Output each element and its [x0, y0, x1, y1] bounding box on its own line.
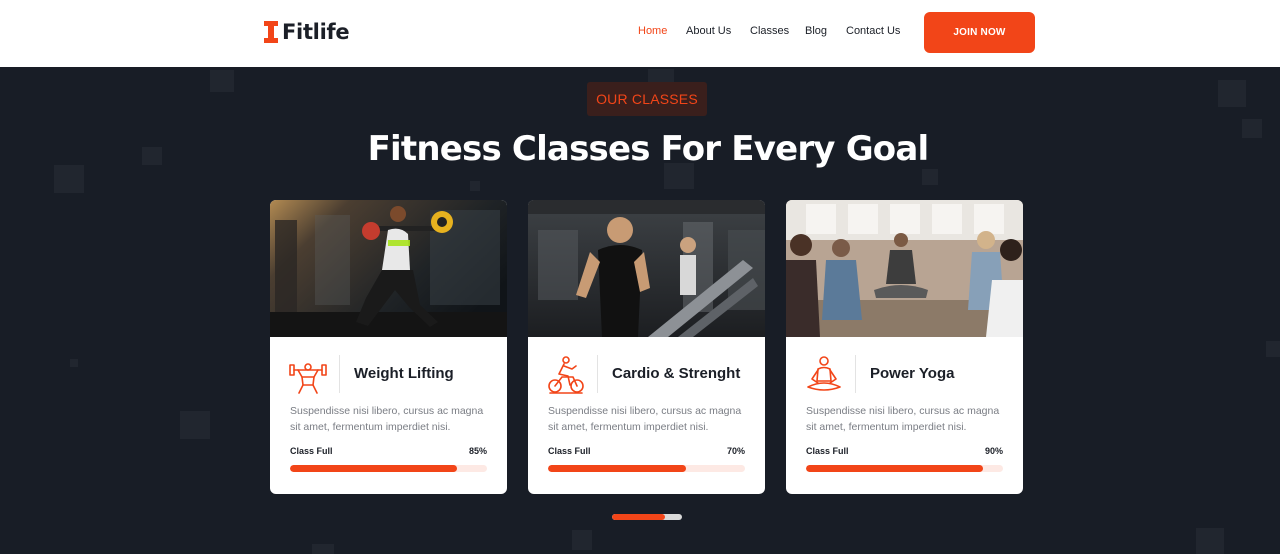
progress-label: Class Full [806, 446, 849, 456]
logo-text: Fitlife [282, 20, 350, 44]
nav-classes[interactable]: Classes [750, 25, 789, 37]
bg-square [1266, 341, 1280, 357]
card-description: Suspendisse nisi libero, cursus ac magna… [290, 405, 484, 433]
progress-bar [548, 465, 745, 472]
man-running-treadmill-photo [528, 200, 765, 337]
divider [597, 355, 598, 393]
carousel-pagination[interactable] [612, 514, 682, 520]
progress-percent: 85% [468, 446, 487, 456]
carousel-pagination-active [612, 514, 665, 520]
classes-section: OUR CLASSES Fitness Classes For Every Go… [0, 67, 1280, 554]
progress-fill [548, 465, 686, 472]
bg-square [572, 530, 592, 550]
section-title: Fitness Classes For Every Goal [367, 129, 930, 169]
nav-contact-us[interactable]: Contact Us [846, 25, 900, 37]
card-title[interactable]: Weight Lifting [354, 365, 454, 382]
bg-square [1218, 80, 1246, 107]
logo[interactable]: Fitlife [263, 18, 350, 46]
bg-square [1196, 528, 1224, 554]
divider [855, 355, 856, 393]
bg-square [210, 70, 234, 92]
progress-fill [290, 465, 458, 472]
weightlifter-icon [289, 363, 327, 394]
card-description: Suspendisse nisi libero, cursus ac magna… [548, 405, 742, 433]
join-now-button[interactable]: JOIN NOW [924, 12, 1035, 53]
class-card-weight-lifting[interactable]: Weight Lifting Suspendisse nisi libero, … [270, 200, 507, 494]
yoga-class-photo [786, 200, 1023, 337]
bg-square [180, 411, 210, 439]
card-title[interactable]: Cardio & Strenght [612, 365, 740, 382]
card-description: Suspendisse nisi libero, cursus ac magna… [806, 405, 1000, 433]
card-title[interactable]: Power Yoga [870, 365, 954, 382]
nav-about-us[interactable]: About Us [686, 25, 731, 37]
nav-home[interactable]: Home [638, 25, 667, 37]
bg-square [922, 169, 938, 185]
bg-square [54, 165, 84, 193]
progress-label: Class Full [290, 446, 333, 456]
site-header: Fitlife Home About Us Classes Blog Conta… [0, 0, 1280, 67]
progress-percent: 90% [984, 446, 1003, 456]
cyclist-icon [548, 356, 584, 394]
meditation-icon [807, 356, 841, 391]
class-card-power-yoga[interactable]: Power Yoga Suspendisse nisi libero, curs… [786, 200, 1023, 494]
progress-percent: 70% [726, 446, 745, 456]
woman-lifting-barbell-photo [270, 200, 507, 337]
divider [339, 355, 340, 393]
nav-blog[interactable]: Blog [805, 25, 827, 37]
bg-square [70, 359, 78, 367]
progress-fill [806, 465, 984, 472]
bg-square [312, 544, 334, 554]
section-tag: OUR CLASSES [587, 82, 707, 116]
dumbbell-logo-icon [264, 21, 278, 43]
progress-label: Class Full [548, 446, 591, 456]
progress-bar [290, 465, 487, 472]
progress-bar [806, 465, 1003, 472]
class-card-cardio-strength[interactable]: Cardio & Strenght Suspendisse nisi liber… [528, 200, 765, 494]
bg-square [470, 181, 480, 191]
